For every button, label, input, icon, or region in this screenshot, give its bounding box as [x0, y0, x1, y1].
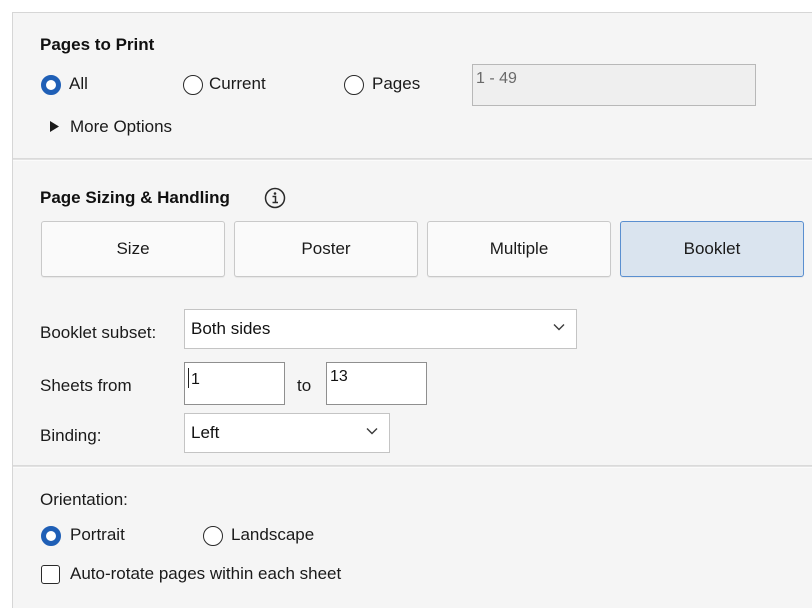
- binding-label: Binding:: [40, 426, 102, 445]
- orientation-section: Orientation: Portrait Landscape Auto-rot…: [13, 468, 812, 609]
- booklet-button[interactable]: Booklet: [620, 221, 804, 277]
- page-sizing-heading: Page Sizing & Handling: [40, 188, 230, 207]
- pages-to-print-heading: Pages to Print: [40, 35, 155, 54]
- radio-portrait-indicator[interactable]: [41, 526, 61, 546]
- radio-portrait-label[interactable]: Portrait: [70, 525, 125, 545]
- size-button[interactable]: Size: [41, 221, 225, 277]
- radio-all-indicator[interactable]: [41, 75, 61, 95]
- binding-dropdown[interactable]: Left: [184, 413, 390, 453]
- text-caret: [188, 368, 189, 388]
- auto-rotate-label[interactable]: Auto-rotate pages within each sheet: [70, 564, 341, 584]
- chevron-down-icon: [553, 324, 565, 331]
- sheets-from-value: 1: [191, 371, 200, 388]
- sheets-to-label: to: [297, 376, 312, 395]
- sheets-from-input[interactable]: 1: [184, 362, 285, 405]
- radio-pages-label[interactable]: Pages: [372, 74, 420, 94]
- pages-range-input[interactable]: 1 - 49: [472, 64, 756, 106]
- binding-value: Left: [191, 423, 220, 442]
- sheets-from-label: Sheets from: [40, 376, 132, 395]
- info-icon[interactable]: [264, 187, 286, 209]
- sheets-to-input[interactable]: 13: [326, 362, 427, 405]
- sheets-to-value: 13: [330, 368, 348, 385]
- booklet-subset-label: Booklet subset:: [40, 323, 157, 342]
- radio-landscape-indicator[interactable]: [203, 526, 223, 546]
- booklet-subset-dropdown[interactable]: Both sides: [184, 309, 577, 349]
- orientation-heading: Orientation:: [40, 490, 128, 509]
- pages-range-value: 1 - 49: [476, 70, 517, 87]
- radio-current-label[interactable]: Current: [209, 74, 266, 94]
- radio-landscape-label[interactable]: Landscape: [231, 525, 314, 545]
- radio-pages-indicator[interactable]: [344, 75, 364, 95]
- pages-to-print-section: Pages to Print All Current Pages 1 - 49 …: [13, 13, 812, 159]
- auto-rotate-checkbox-box[interactable]: [41, 565, 60, 584]
- print-dialog-panel: Pages to Print All Current Pages 1 - 49 …: [12, 12, 812, 608]
- triangle-right-icon[interactable]: [50, 121, 59, 132]
- page-sizing-section: Page Sizing & Handling Size Poster Multi…: [13, 161, 812, 465]
- chevron-down-icon: [366, 428, 378, 435]
- poster-button[interactable]: Poster: [234, 221, 418, 277]
- radio-current-indicator[interactable]: [183, 75, 203, 95]
- more-options-label[interactable]: More Options: [70, 117, 172, 137]
- booklet-subset-value: Both sides: [191, 319, 271, 338]
- page-sizing-mode-buttons: Size Poster Multiple Booklet: [41, 221, 804, 277]
- radio-all-label[interactable]: All: [69, 74, 88, 94]
- multiple-button[interactable]: Multiple: [427, 221, 611, 277]
